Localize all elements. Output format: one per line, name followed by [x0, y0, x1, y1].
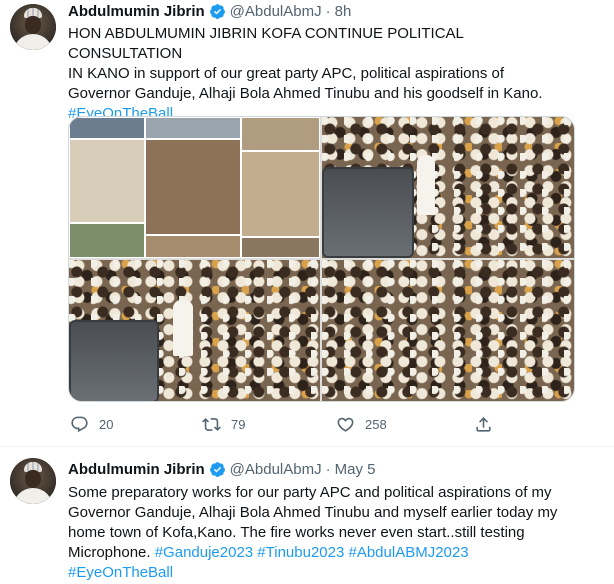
tweet[interactable]: Abdulmumin Jibrin @AbdulAbmJ · May 5 Som… [0, 447, 614, 584]
media-photo-crowd-truck[interactable] [322, 117, 574, 258]
tweet-text: HON ABDULMUMIN JIBRIN KOFA CONTINUE POLI… [68, 24, 568, 124]
author-name[interactable]: Abdulmumin Jibrin [68, 461, 205, 478]
hashtag-link[interactable]: #EyeOnTheBall [68, 564, 173, 581]
tweet-text: Some preparatory works for our party APC… [68, 483, 568, 583]
author-name[interactable]: Abdulmumin Jibrin [68, 3, 205, 20]
media-photo-collage[interactable] [69, 117, 320, 258]
tweet-text-line: Governor Ganduje, Alhaji Bola Ahmed Tinu… [68, 85, 543, 102]
separator-dot: · [325, 2, 331, 20]
verified-badge-icon [209, 461, 225, 477]
tweet-text-line: IN KANO in support of our great party AP… [68, 65, 505, 82]
author-handle[interactable]: @AbdulAbmJ [230, 3, 322, 20]
like-icon [337, 417, 354, 432]
tweet-timestamp[interactable]: 8h [335, 3, 352, 20]
retweet-icon [202, 417, 221, 431]
media-grid [68, 116, 575, 402]
tweet-header: Abdulmumin Jibrin @AbdulAbmJ · May 5 [68, 459, 375, 479]
reply-icon [71, 416, 88, 432]
tweet-timestamp[interactable]: May 5 [335, 461, 376, 478]
avatar[interactable] [10, 458, 56, 504]
tweet-actions: 20 79 258 [68, 410, 568, 438]
tweet-text-line: home town of Kofa,Kano. The fire works n… [68, 524, 525, 541]
tweet-header: Abdulmumin Jibrin @AbdulAbmJ · 8h [68, 1, 351, 21]
share-button[interactable] [474, 410, 493, 438]
reply-button[interactable]: 20 [70, 410, 113, 438]
tweet-text-segment: Microphone. [68, 544, 155, 561]
share-icon [476, 416, 491, 432]
retweet-button[interactable]: 79 [202, 410, 245, 438]
tweet-text-line: HON ABDULMUMIN JIBRIN KOFA CONTINUE POLI… [68, 25, 464, 62]
separator-dot: · [325, 460, 331, 478]
media-photo-crowd-car[interactable] [69, 260, 320, 401]
retweet-count: 79 [231, 416, 246, 432]
tweet[interactable]: Abdulmumin Jibrin @AbdulAbmJ · 8h HON AB… [0, 0, 614, 447]
like-count: 258 [365, 416, 387, 432]
reply-count: 20 [99, 416, 114, 432]
avatar[interactable] [10, 4, 56, 50]
like-button[interactable]: 258 [336, 410, 387, 438]
tweet-text-line: Some preparatory works for our party APC… [68, 484, 552, 501]
tweet-text-line: Governor Ganduje, Alhaji Bola Ahmed Tinu… [68, 504, 558, 521]
hashtag-link[interactable]: #Ganduje2023 #Tinubu2023 #AbdulABMJ2023 [155, 544, 469, 561]
media-photo-crowd-gathering[interactable] [322, 260, 574, 401]
author-handle[interactable]: @AbdulAbmJ [230, 461, 322, 478]
verified-badge-icon [209, 3, 225, 19]
